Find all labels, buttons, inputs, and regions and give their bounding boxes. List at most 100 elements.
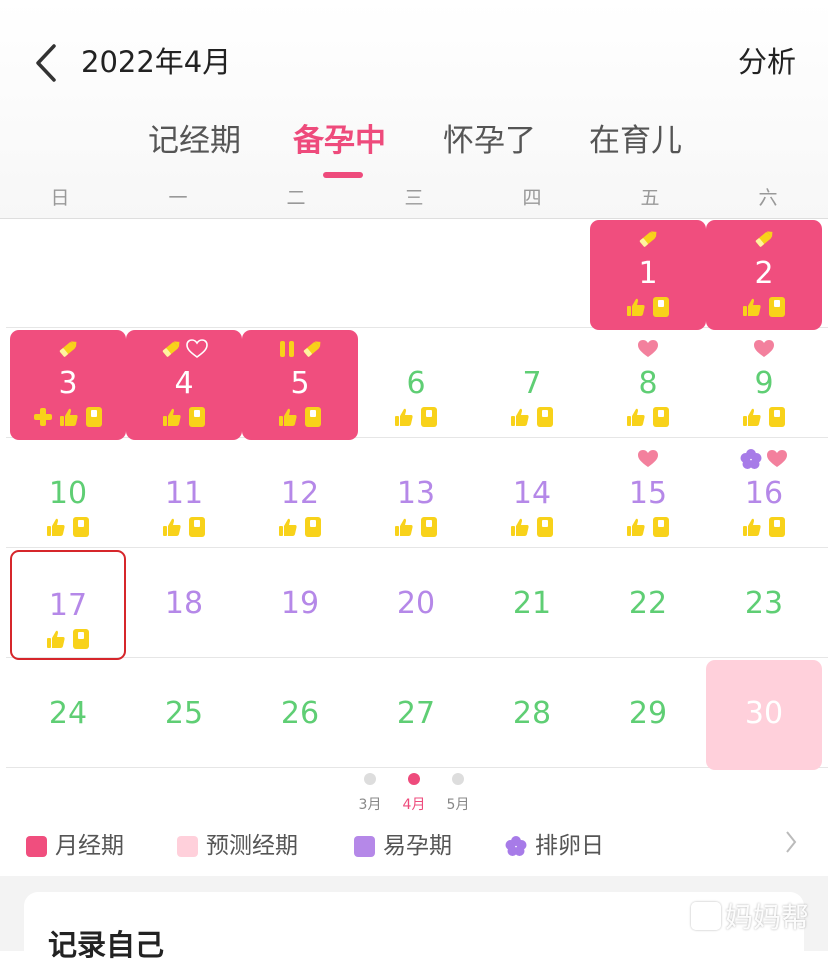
calendar-day[interactable]: 20: [358, 550, 474, 660]
day-number: 16: [744, 476, 784, 511]
record-self-card[interactable]: 记录自己: [24, 892, 804, 972]
thumb-up-icon: [626, 517, 646, 537]
notebook-icon: [768, 406, 786, 428]
day-top-icons: [706, 227, 822, 251]
calendar-day[interactable]: 7: [474, 330, 590, 440]
pager-dot[interactable]: [452, 773, 464, 785]
day-number: 22: [628, 586, 668, 621]
day-number: 5: [290, 366, 310, 401]
legend-label: 预测经期: [206, 833, 298, 859]
day-bottom-icons: [474, 406, 590, 428]
pager-dot[interactable]: [364, 773, 376, 785]
calendar-day[interactable]: 16: [706, 440, 822, 550]
calendar-day[interactable]: 1: [590, 220, 706, 330]
day-number: 26: [280, 696, 320, 731]
day-number: 21: [512, 586, 552, 621]
calendar-day-today[interactable]: 17: [10, 550, 126, 660]
day-number: 8: [638, 366, 658, 401]
calendar-day[interactable]: 13: [358, 440, 474, 550]
day-top-icons: [590, 337, 706, 361]
chevron-right-icon[interactable]: [784, 828, 798, 856]
day-number: 7: [522, 366, 542, 401]
notebook-icon: [72, 516, 90, 538]
notebook-icon: [420, 406, 438, 428]
weekday-header: 日 一 二 三 四 五 六: [0, 182, 828, 219]
weekday-label: 三: [404, 187, 424, 209]
calendar-day[interactable]: 10: [10, 440, 126, 550]
thumb-up-icon: [394, 517, 414, 537]
calendar-day[interactable]: 15: [590, 440, 706, 550]
analyze-button[interactable]: 分析: [738, 42, 796, 82]
pencil-icon: [753, 228, 775, 250]
calendar-day[interactable]: 8: [590, 330, 706, 440]
heart-icon: [766, 449, 788, 469]
legend[interactable]: 月经期 预测经期 易孕期 排卵日: [0, 826, 828, 866]
mode-tabs: 记经期 备孕中 怀孕了 在育儿: [0, 118, 828, 168]
back-chevron-icon[interactable]: [32, 42, 64, 84]
legend-swatch: [177, 835, 198, 857]
watermark: 妈妈帮: [691, 896, 809, 936]
day-top-icons: [242, 337, 358, 361]
calendar-day[interactable]: 18: [126, 550, 242, 660]
day-number: 9: [754, 366, 774, 401]
calendar-day[interactable]: 29: [590, 660, 706, 770]
pager-label: 5月: [446, 797, 470, 813]
tab-pregnant[interactable]: 怀孕了: [443, 118, 536, 164]
ovulation-flower-icon: [740, 448, 762, 470]
tab-parenting[interactable]: 在育儿: [589, 118, 682, 164]
calendar-day[interactable]: 22: [590, 550, 706, 660]
month-pager[interactable]: 3月 4月 5月: [0, 772, 828, 822]
calendar-day[interactable]: 12: [242, 440, 358, 550]
calendar-day[interactable]: 9: [706, 330, 822, 440]
pencil-icon: [160, 338, 182, 360]
calendar-day[interactable]: 23: [706, 550, 822, 660]
notebook-icon: [188, 406, 206, 428]
calendar-day[interactable]: 6: [358, 330, 474, 440]
calendar-day[interactable]: 25: [126, 660, 242, 770]
day-bottom-icons: [10, 406, 126, 428]
heart-icon: [637, 339, 659, 359]
day-number: 30: [744, 696, 784, 731]
day-bottom-icons: [590, 296, 706, 318]
weekday-label: 五: [640, 187, 660, 209]
thumb-up-icon: [510, 407, 530, 427]
day-bottom-icons: [706, 296, 822, 318]
pager-dot-active[interactable]: [408, 773, 420, 785]
calendar-day[interactable]: 26: [242, 660, 358, 770]
day-number: 23: [744, 586, 784, 621]
notebook-icon: [536, 516, 554, 538]
calendar-day[interactable]: 27: [358, 660, 474, 770]
calendar-day[interactable]: 30: [706, 660, 822, 770]
calendar-day[interactable]: 21: [474, 550, 590, 660]
notebook-icon: [304, 516, 322, 538]
tab-trying-to-conceive[interactable]: 备孕中: [293, 118, 386, 164]
thumb-up-icon: [626, 297, 646, 317]
day-bottom-icons: [242, 516, 358, 538]
day-number: 1: [638, 256, 658, 291]
day-number: 27: [396, 696, 436, 731]
thumb-up-icon: [510, 517, 530, 537]
calendar-day[interactable]: 11: [126, 440, 242, 550]
thumb-up-icon: [162, 407, 182, 427]
calendar-day[interactable]: 28: [474, 660, 590, 770]
day-top-icons: [706, 447, 822, 471]
thumb-up-icon: [394, 407, 414, 427]
calendar-day[interactable]: 2: [706, 220, 822, 330]
day-number: 19: [280, 586, 320, 621]
day-bottom-icons: [242, 406, 358, 428]
tab-record-period[interactable]: 记经期: [148, 118, 241, 164]
weekday-label: 六: [758, 187, 778, 209]
day-number: 15: [628, 476, 668, 511]
calendar-day[interactable]: 5: [242, 330, 358, 440]
calendar-row-divider: [6, 327, 828, 328]
calendar-day[interactable]: 19: [242, 550, 358, 660]
day-bottom-icons: [590, 406, 706, 428]
calendar-day[interactable]: 4: [126, 330, 242, 440]
notebook-icon: [188, 516, 206, 538]
day-bottom-icons: [126, 516, 242, 538]
pencil-icon: [301, 338, 323, 360]
calendar-day[interactable]: 3: [10, 330, 126, 440]
calendar-day[interactable]: 24: [10, 660, 126, 770]
notebook-icon: [768, 516, 786, 538]
calendar-day[interactable]: 14: [474, 440, 590, 550]
